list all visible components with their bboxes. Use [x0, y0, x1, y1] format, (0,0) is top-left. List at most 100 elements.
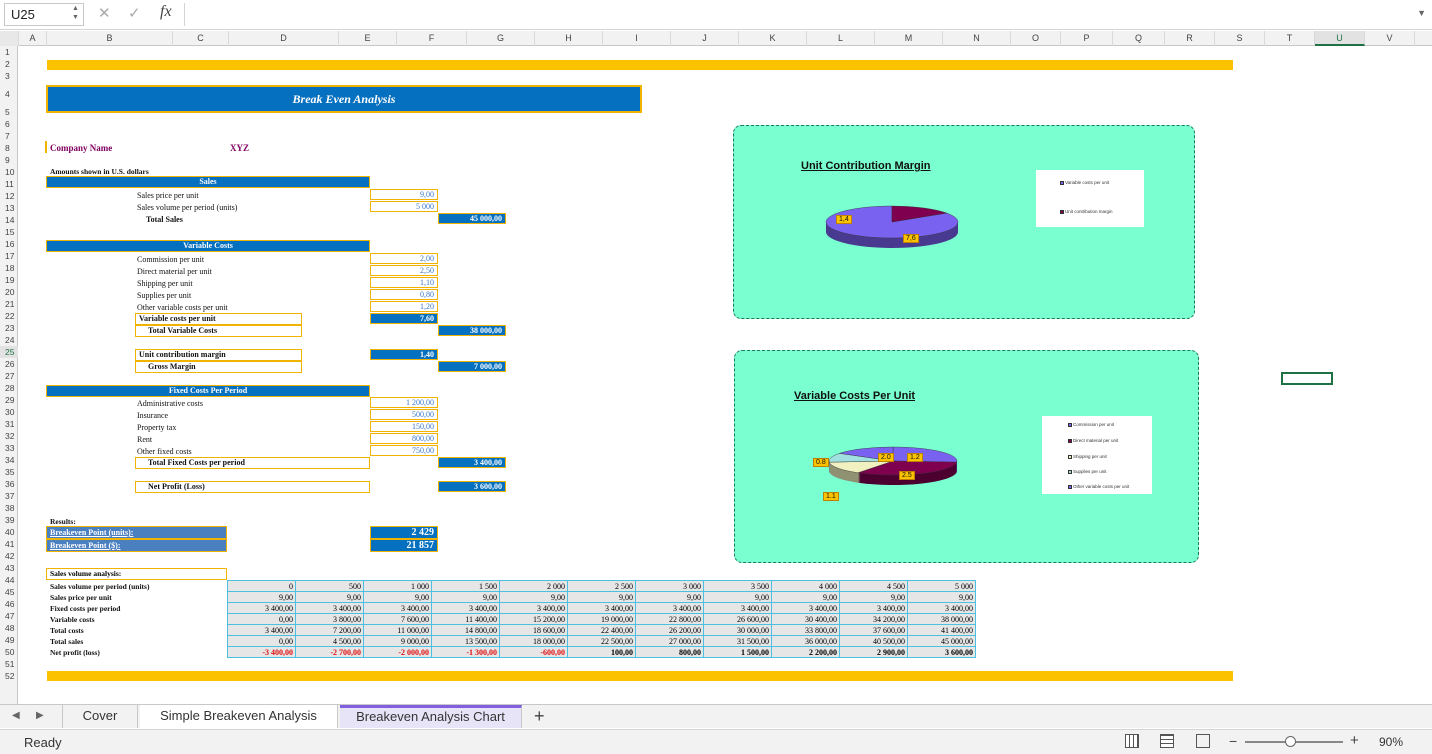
row-header-43[interactable]: 43	[0, 562, 18, 574]
sva-cell[interactable]: 3 400,00	[363, 602, 432, 614]
sva-cell[interactable]: 45 000,00	[907, 635, 976, 647]
fixed-item-input[interactable]: 1 200,00	[370, 397, 438, 408]
row-header-49[interactable]: 49	[0, 634, 18, 646]
sva-cell[interactable]: 4 500,00	[295, 635, 364, 647]
sva-cell[interactable]: 5 000	[907, 580, 976, 592]
row-header-31[interactable]: 31	[0, 418, 18, 430]
variable-item-input[interactable]: 2,00	[370, 253, 438, 264]
row-header-42[interactable]: 42	[0, 550, 18, 562]
row-header-21[interactable]: 21	[0, 298, 18, 310]
row-header-14[interactable]: 14	[0, 214, 18, 226]
column-header-g[interactable]: G	[467, 31, 535, 46]
column-header-u[interactable]: U	[1315, 31, 1365, 46]
column-header-v[interactable]: V	[1365, 31, 1415, 46]
row-header-3[interactable]: 3	[0, 70, 18, 82]
row-header-24[interactable]: 24	[0, 334, 18, 346]
row-header-38[interactable]: 38	[0, 502, 18, 514]
row-header-2[interactable]: 2	[0, 58, 18, 70]
sva-cell[interactable]: 9,00	[363, 591, 432, 603]
sva-cell[interactable]: 22 400,00	[567, 624, 636, 636]
unit-contribution-chart[interactable]: Unit Contribution Margin 1,4 7,6 Variabl…	[733, 125, 1195, 319]
sva-cell[interactable]: 2 200,00	[771, 646, 840, 658]
sva-cell[interactable]: -2 700,00	[295, 646, 364, 658]
sva-cell[interactable]: 7 200,00	[295, 624, 364, 636]
row-header-40[interactable]: 40	[0, 526, 18, 538]
sva-cell[interactable]: 1 000	[363, 580, 432, 592]
sva-cell[interactable]: 22 800,00	[635, 613, 704, 625]
fixed-item-input[interactable]: 500,00	[370, 409, 438, 420]
column-header-e[interactable]: E	[339, 31, 397, 46]
column-header-o[interactable]: O	[1011, 31, 1061, 46]
breakeven-units-value[interactable]: 2 429	[370, 526, 438, 539]
sva-cell[interactable]: 3 400,00	[227, 602, 296, 614]
total-fixed-value[interactable]: 3 400,00	[438, 457, 506, 468]
column-header-d[interactable]: D	[229, 31, 339, 46]
sva-cell[interactable]: 11 400,00	[431, 613, 500, 625]
sva-cell[interactable]: 3 400,00	[635, 602, 704, 614]
sva-cell[interactable]: 14 800,00	[431, 624, 500, 636]
total-sales-value[interactable]: 45 000,00	[438, 213, 506, 224]
sva-cell[interactable]: 9,00	[703, 591, 772, 603]
row-header-22[interactable]: 22	[0, 310, 18, 322]
sva-cell[interactable]: 2 500	[567, 580, 636, 592]
sva-cell[interactable]: 3 400,00	[295, 602, 364, 614]
sales-volume-input[interactable]: 5 000	[370, 201, 438, 212]
sva-cell[interactable]: -2 000,00	[363, 646, 432, 658]
column-header-h[interactable]: H	[535, 31, 603, 46]
function-icon[interactable]: fx	[160, 3, 172, 21]
row-header-28[interactable]: 28	[0, 382, 18, 394]
row-header-47[interactable]: 47	[0, 610, 18, 622]
tab-simple-breakeven-analysis[interactable]: Simple Breakeven Analysis	[140, 705, 338, 728]
select-all-corner[interactable]	[0, 31, 19, 46]
sva-cell[interactable]: 40 500,00	[839, 635, 908, 647]
variable-per-unit-value[interactable]: 7,60	[370, 313, 438, 324]
sva-cell[interactable]: 11 000,00	[363, 624, 432, 636]
row-header-11[interactable]: 11	[0, 178, 18, 190]
row-header-34[interactable]: 34	[0, 454, 18, 466]
page-layout-view-icon[interactable]	[1160, 734, 1174, 748]
page-break-view-icon[interactable]	[1196, 734, 1210, 748]
sva-cell[interactable]: 800,00	[635, 646, 704, 658]
row-header-23[interactable]: 23	[0, 322, 18, 334]
row-header-44[interactable]: 44	[0, 574, 18, 586]
sva-cell[interactable]: 3 400,00	[907, 602, 976, 614]
row-header-7[interactable]: 7	[0, 130, 18, 142]
column-header-c[interactable]: C	[173, 31, 229, 46]
row-header-8[interactable]: 8	[0, 142, 18, 154]
row-header-19[interactable]: 19	[0, 274, 18, 286]
tab-breakeven-analysis-chart[interactable]: Breakeven Analysis Chart	[340, 705, 522, 728]
row-header-51[interactable]: 51	[0, 658, 18, 670]
sva-cell[interactable]: 9,00	[227, 591, 296, 603]
sva-cell[interactable]: 3 400,00	[703, 602, 772, 614]
sva-cell[interactable]: -600,00	[499, 646, 568, 658]
row-header-4[interactable]: 4	[0, 82, 18, 106]
column-header-i[interactable]: I	[603, 31, 671, 46]
row-header-15[interactable]: 15	[0, 226, 18, 238]
sva-cell[interactable]: 3 400,00	[567, 602, 636, 614]
sva-cell[interactable]: 3 600,00	[907, 646, 976, 658]
sva-cell[interactable]: 0,00	[227, 613, 296, 625]
row-header-20[interactable]: 20	[0, 286, 18, 298]
sva-cell[interactable]: 3 500	[703, 580, 772, 592]
row-header-50[interactable]: 50	[0, 646, 18, 658]
sva-cell[interactable]: 15 200,00	[499, 613, 568, 625]
row-header-30[interactable]: 30	[0, 406, 18, 418]
sva-cell[interactable]: 9,00	[295, 591, 364, 603]
row-header-52[interactable]: 52	[0, 670, 18, 682]
row-header-27[interactable]: 27	[0, 370, 18, 382]
formula-input[interactable]	[184, 3, 1424, 26]
sva-cell[interactable]: 9,00	[635, 591, 704, 603]
sva-cell[interactable]: 4 000	[771, 580, 840, 592]
column-header-m[interactable]: M	[875, 31, 943, 46]
sva-cell[interactable]: 22 500,00	[567, 635, 636, 647]
tab-scroll-right-icon[interactable]: ▶	[36, 710, 44, 721]
sva-cell[interactable]: 3 000	[635, 580, 704, 592]
sva-cell[interactable]: 31 500,00	[703, 635, 772, 647]
sva-cell[interactable]: 0	[227, 580, 296, 592]
sva-cell[interactable]: 3 400,00	[499, 602, 568, 614]
sva-cell[interactable]: 9,00	[771, 591, 840, 603]
column-header-f[interactable]: F	[397, 31, 467, 46]
sva-cell[interactable]: 3 400,00	[839, 602, 908, 614]
tab-cover[interactable]: Cover	[62, 705, 138, 728]
sva-cell[interactable]: 9,00	[499, 591, 568, 603]
